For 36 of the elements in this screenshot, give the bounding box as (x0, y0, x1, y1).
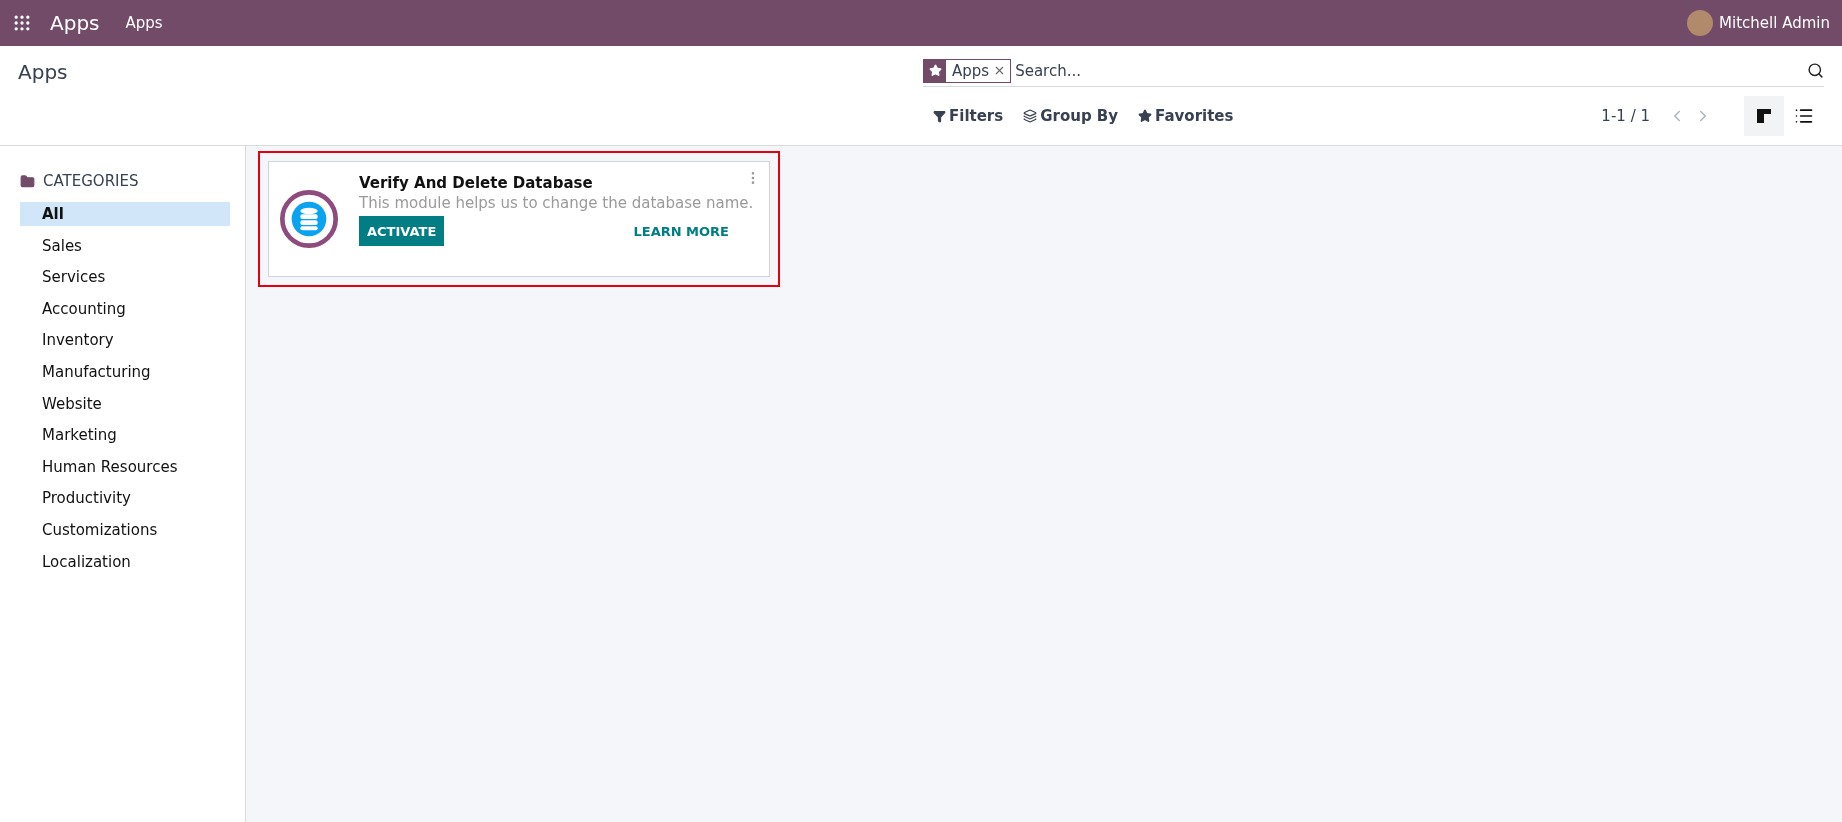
category-item[interactable]: Customizations (20, 517, 230, 542)
star-icon (1138, 109, 1153, 123)
category-item[interactable]: Productivity (20, 486, 230, 511)
menu-item[interactable]: Apps (125, 14, 163, 32)
category-item[interactable]: Manufacturing (20, 359, 230, 384)
search-icon[interactable] (1807, 62, 1824, 79)
search-facet[interactable]: Apps (923, 58, 1012, 83)
app-name: Verify And Delete Database (359, 174, 593, 192)
kanban-view-button[interactable] (1744, 96, 1784, 136)
category-item[interactable]: Website (20, 391, 230, 416)
category-item[interactable]: Localization (20, 549, 230, 574)
filter-icon (933, 109, 946, 123)
category-item[interactable]: Sales (20, 233, 230, 258)
category-item[interactable]: Inventory (20, 328, 230, 353)
app-summary: This module helps us to change the database name. (359, 194, 755, 212)
filter-button[interactable]: Favorites (1128, 107, 1244, 125)
category-item[interactable]: All (20, 202, 230, 226)
learn-more-link[interactable]: LEARN MORE (633, 223, 729, 239)
app-brand[interactable]: Apps (50, 11, 100, 35)
category-item[interactable]: Marketing (20, 423, 230, 448)
layers-icon (1023, 109, 1038, 123)
page-title: Apps (18, 59, 69, 86)
list-icon (1794, 106, 1814, 126)
kanban-icon (1756, 108, 1772, 124)
category-item[interactable]: Human Resources (20, 454, 230, 479)
user-name[interactable]: Mitchell Admin (1719, 14, 1830, 32)
activate-button[interactable]: ACTIVATE (359, 216, 445, 246)
category-item[interactable]: Services (20, 265, 230, 290)
pager-value: 1-1 / 1 (1601, 107, 1650, 125)
app-grid-icon[interactable] (12, 13, 32, 33)
categories-heading: CATEGORIES (43, 172, 139, 190)
category-item[interactable]: Accounting (20, 296, 230, 321)
star-icon (928, 64, 942, 77)
filter-button[interactable]: Group By (1013, 107, 1129, 125)
folder-icon (20, 173, 35, 189)
filter-button[interactable]: Filters (923, 107, 1014, 125)
